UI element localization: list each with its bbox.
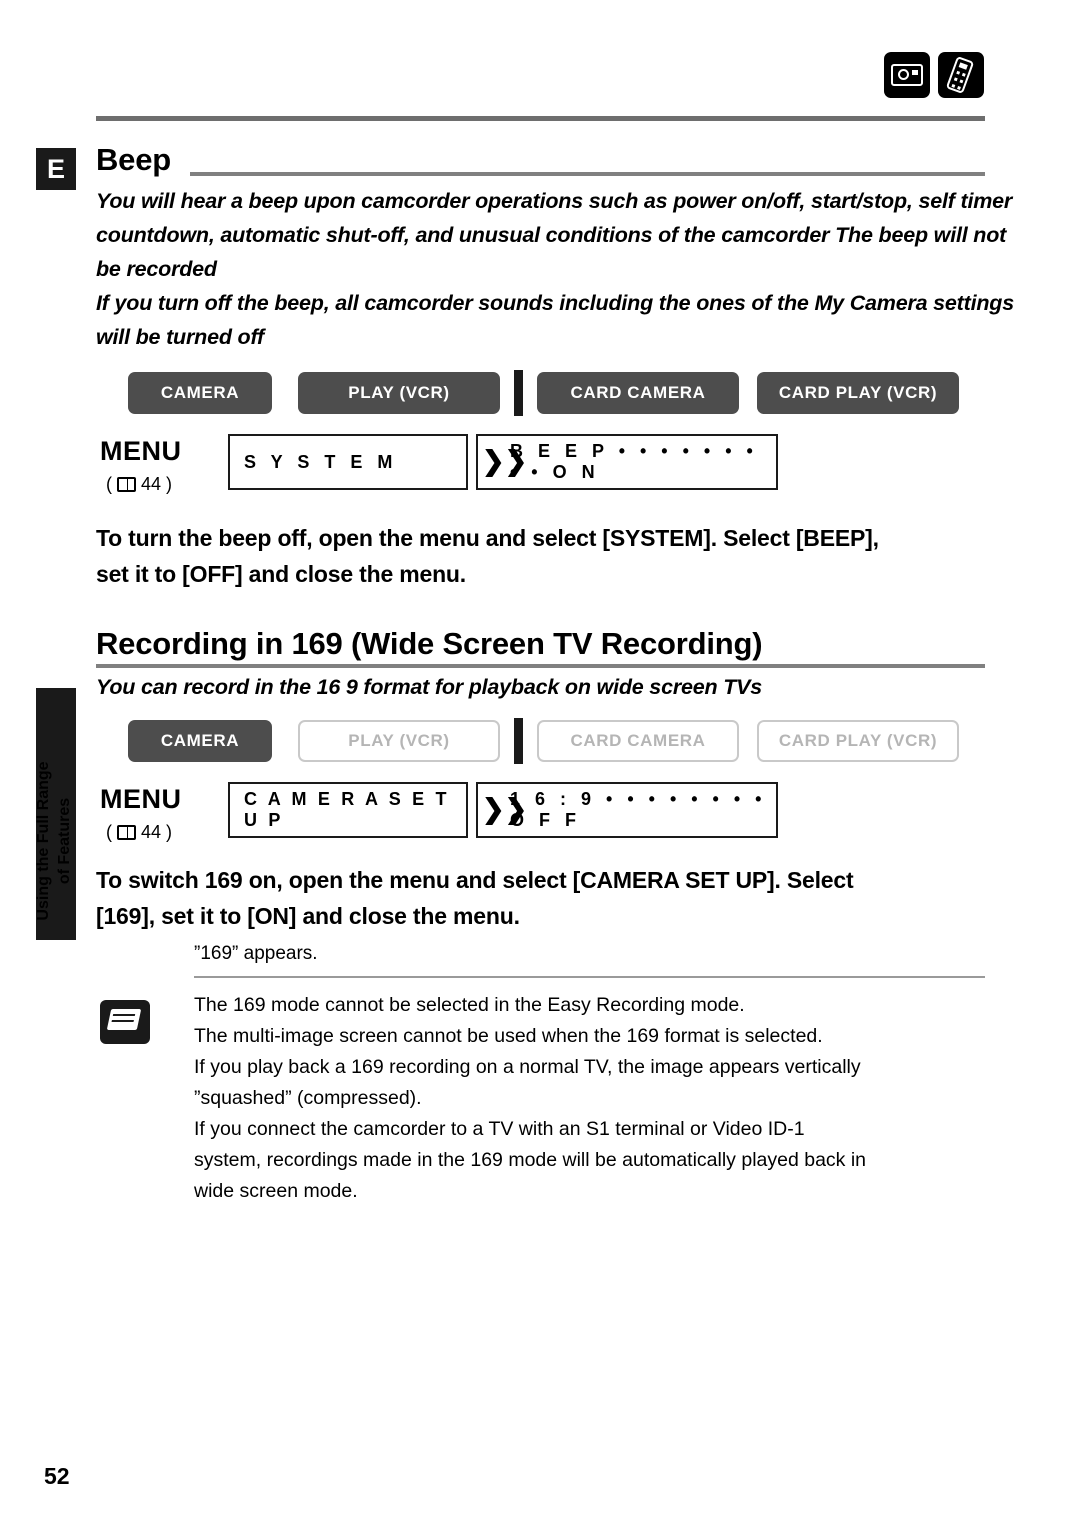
edition-tab: E [36, 148, 76, 190]
menu-ref-close-paren-wide: ) [166, 822, 173, 842]
book-icon [117, 477, 136, 492]
section-intro-wide: You can record in the 16 9 format for pl… [96, 675, 763, 699]
instruction-wide: To switch 169 on, open the menu and sele… [96, 862, 996, 934]
book-icon-wide [117, 825, 136, 840]
camcorder-icon [884, 52, 930, 98]
mode-button-camera-wide[interactable]: CAMERA [128, 720, 272, 762]
mode-button-card-camera-wide[interactable]: CARD CAMERA [537, 720, 739, 762]
mode-button-play-vcr[interactable]: PLAY (VCR) [298, 372, 500, 414]
instruction-beep-text: To turn the beep off, open the menu and … [96, 525, 879, 587]
notes-list: The 169 mode cannot be selected in the E… [194, 990, 994, 1207]
mode-separator [514, 370, 523, 416]
menu-box-system[interactable]: S Y S T E M [228, 434, 468, 490]
section-heading-wide: Recording in 169 (Wide Screen TV Recordi… [96, 626, 763, 661]
mode-row-beep: CAMERA PLAY (VCR) CARD CAMERA CARD PLAY … [128, 370, 959, 416]
menu-block-beep: MENU ( 44 ) S Y S T E M ❯❯ B E E P • • •… [100, 432, 800, 522]
chapter-tab-label-wrap: Using the Full Range of Features [24, 660, 84, 1000]
mode-button-camera[interactable]: CAMERA [128, 372, 272, 414]
page-number: 52 [44, 1463, 70, 1489]
menu-page-ref-beep: ( 44 ) [106, 474, 172, 495]
menu-box-beep-value[interactable]: B E E P • • • • • • • • • O N [476, 434, 778, 490]
notes-divider [194, 976, 985, 978]
menu-box-camera-set-up[interactable]: C A M E R A S E T U P [228, 782, 468, 838]
section-intro-beep-text: You will hear a beep upon camcorder oper… [96, 189, 1014, 349]
menu-block-wide: MENU ( 44 ) C A M E R A S E T U P ❯❯ 1 6… [100, 780, 800, 870]
menu-word-beep: MENU [100, 436, 182, 466]
sub-note-wide: ”169” appears. [194, 943, 318, 964]
header-rule [96, 116, 985, 121]
menu-ref-page: 44 [141, 474, 162, 494]
mode-icon-group [884, 52, 984, 98]
menu-box-169-value[interactable]: 1 6 : 9 • • • • • • • • O F F [476, 782, 778, 838]
mode-button-card-camera[interactable]: CARD CAMERA [537, 372, 739, 414]
mode-button-play-vcr-wide[interactable]: PLAY (VCR) [298, 720, 500, 762]
menu-ref-open-paren-wide: ( [106, 822, 112, 842]
section-heading-beep: Beep [96, 142, 172, 177]
mode-row-wide: CAMERA PLAY (VCR) CARD CAMERA CARD PLAY … [128, 718, 959, 764]
instruction-beep: To turn the beep off, open the menu and … [96, 520, 996, 592]
chapter-tab-label: Using the Full Range of Features [33, 691, 75, 991]
list-item: The multi-image screen cannot be used wh… [194, 1025, 823, 1047]
menu-word-wide: MENU [100, 784, 182, 814]
list-item: If you play back a 169 recording on a no… [194, 1056, 861, 1109]
chapter-tab-line2: of Features [56, 797, 73, 885]
mode-button-card-play-vcr[interactable]: CARD PLAY (VCR) [757, 372, 959, 414]
remote-icon [938, 52, 984, 98]
instruction-wide-text: To switch 169 on, open the menu and sele… [96, 867, 854, 929]
section-heading-rule-wide [96, 664, 985, 668]
menu-ref-close-paren: ) [166, 474, 173, 494]
list-item: If you connect the camcorder to a TV wit… [194, 1118, 867, 1202]
section-intro-beep: You will hear a beep upon camcorder oper… [96, 184, 1036, 354]
list-item: The 169 mode cannot be selected in the E… [194, 994, 745, 1016]
section-heading-rule-beep [190, 172, 985, 176]
mode-button-card-play-vcr-wide[interactable]: CARD PLAY (VCR) [757, 720, 959, 762]
mode-separator-wide [514, 718, 523, 764]
menu-page-ref-wide: ( 44 ) [106, 822, 172, 843]
notes-pencil-icon [100, 1000, 150, 1044]
chapter-tab-line1: Using the Full Range [35, 761, 52, 921]
menu-ref-page-wide: 44 [141, 822, 162, 842]
menu-ref-open-paren: ( [106, 474, 112, 494]
